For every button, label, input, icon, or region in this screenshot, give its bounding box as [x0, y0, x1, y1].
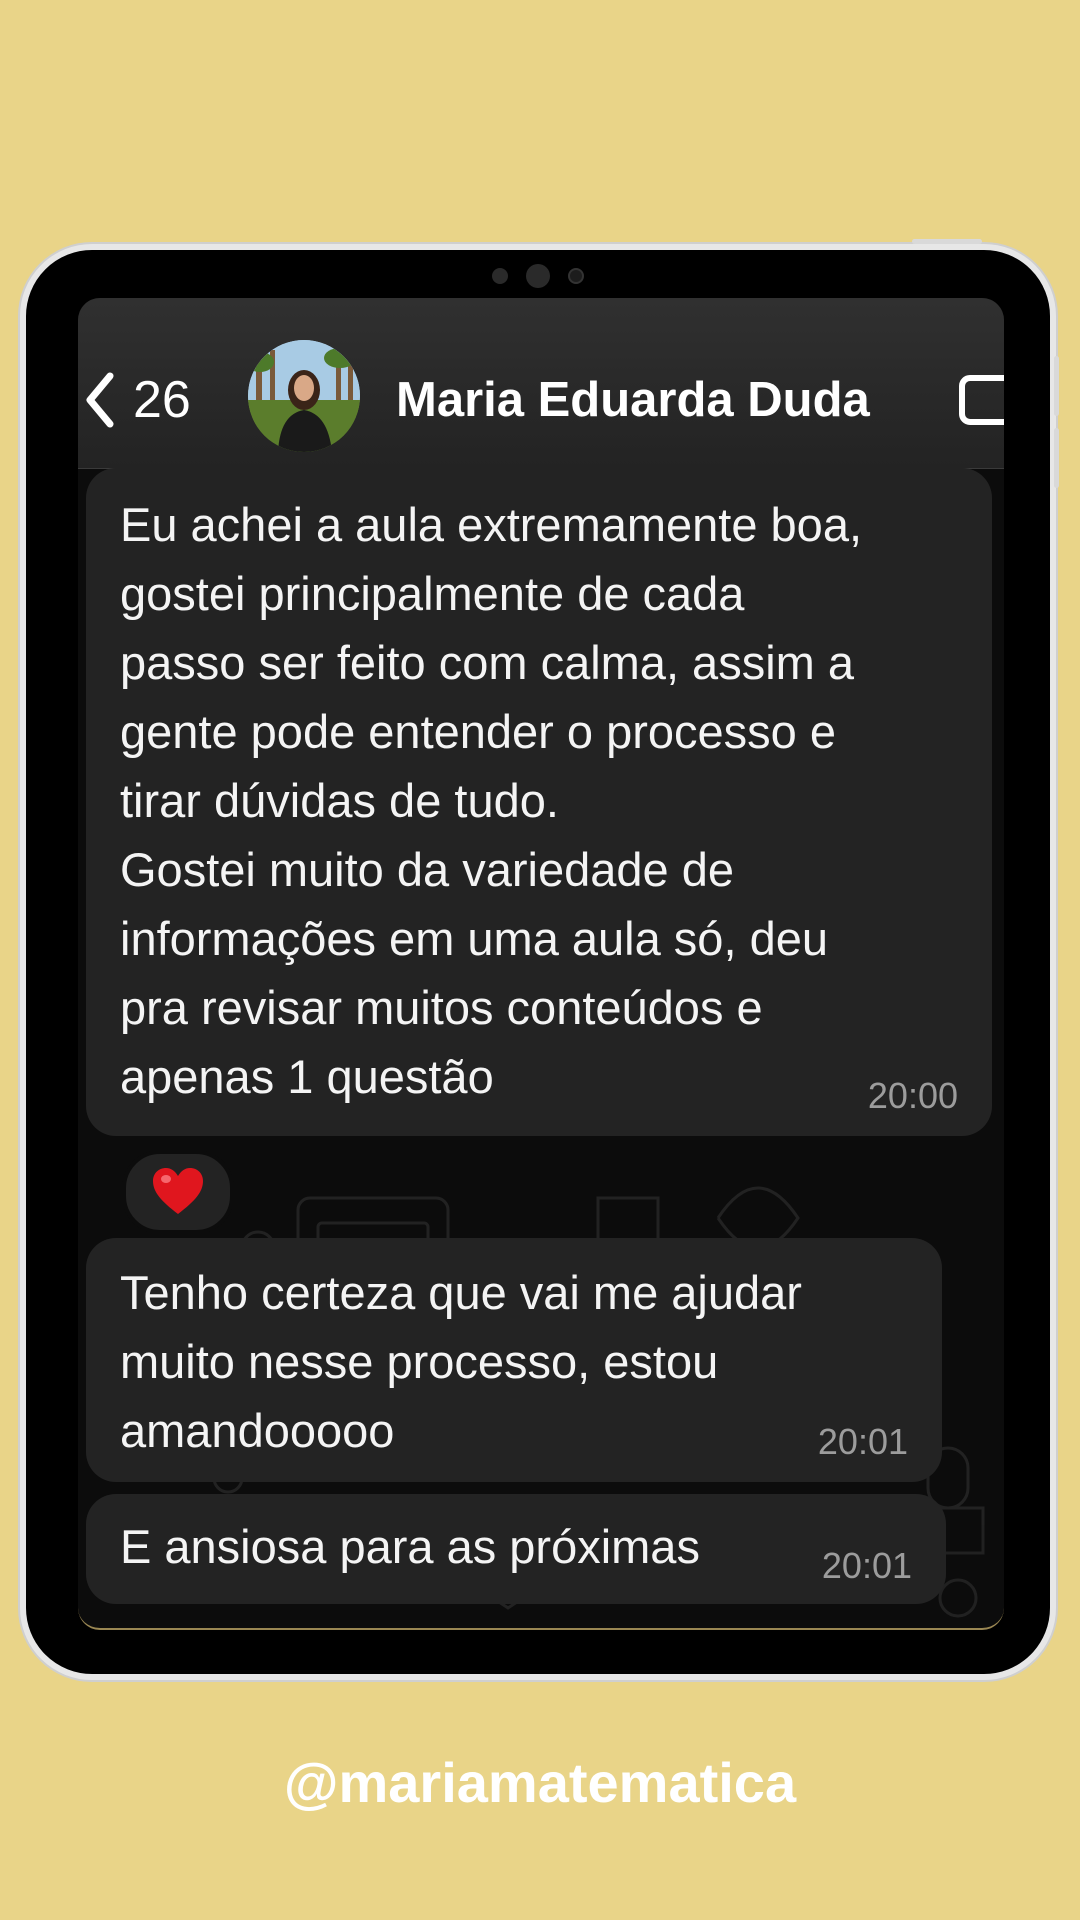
light-sensor [568, 268, 584, 284]
message-text: Eu achei a aula extremamente boa, gostei… [120, 498, 863, 1103]
chat-screen: 26 Maria Eduarda Duda Eu achei a aula ex… [78, 298, 1004, 1630]
video-call-icon[interactable] [958, 370, 1004, 430]
camera-bar [26, 264, 1050, 288]
tablet-frame: 26 Maria Eduarda Duda Eu achei a aula ex… [20, 244, 1056, 1680]
avatar[interactable] [248, 340, 360, 452]
message-time: 20:01 [821, 1545, 912, 1586]
side-button [1054, 428, 1059, 488]
message-time: 20:01 [817, 1421, 908, 1462]
top-button [912, 239, 982, 244]
back-chevron-icon[interactable] [80, 370, 120, 430]
contact-name[interactable]: Maria Eduarda Duda [396, 370, 870, 430]
back-unread-count[interactable]: 26 [133, 370, 191, 430]
instagram-handle: @mariamatematica [283, 1751, 797, 1814]
message-bubble[interactable]: Eu achei a aula extremamente boa, gostei… [86, 468, 992, 1136]
message-bubble[interactable]: Tenho certeza que vai me ajudar muito ne… [86, 1238, 942, 1482]
chat-header: 26 Maria Eduarda Duda [78, 298, 1004, 469]
heart-reaction-icon[interactable] [122, 1150, 234, 1234]
message-bubble[interactable]: E ansiosa para as próximas 20:01 [86, 1494, 946, 1604]
message-time: 20:00 [867, 1075, 958, 1116]
sensor-dot [492, 268, 508, 284]
side-button [1054, 356, 1059, 416]
camera-lens [526, 264, 550, 288]
